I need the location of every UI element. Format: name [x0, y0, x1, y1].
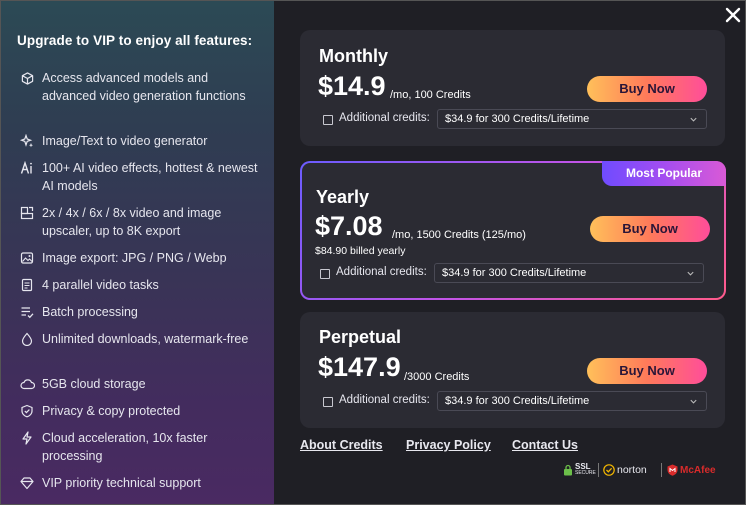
feature-item: Batch processing: [19, 303, 264, 321]
feature-item: 100+ AI video effects, hottest & newest …: [19, 159, 264, 195]
plan-period: /mo, 1500 Credits (125/mo): [392, 229, 526, 241]
batch-icon: [19, 304, 35, 320]
upscale-icon: [19, 205, 35, 221]
feature-text: Image export: JPG / PNG / Webp: [42, 251, 227, 265]
feature-text: Batch processing: [42, 305, 138, 319]
feature-text: Access advanced models and advanced vide…: [42, 71, 246, 103]
image-icon: [19, 250, 35, 266]
select-value: $34.9 for 300 Credits/Lifetime: [445, 395, 590, 407]
select-value: $34.9 for 300 Credits/Lifetime: [445, 113, 590, 125]
features-title: Upgrade to VIP to enjoy all features:: [17, 33, 253, 48]
plan-period: /mo, 100 Credits: [390, 89, 471, 101]
divider: [661, 463, 662, 477]
additional-credits-checkbox[interactable]: [323, 397, 333, 407]
sparkle-icon: [19, 133, 35, 149]
plan-card-monthly: Monthly $14.9 /mo, 100 Credits Buy Now A…: [300, 30, 725, 146]
ssl-badge: SSL SECURE: [563, 463, 596, 477]
additional-credits-select[interactable]: $34.9 for 300 Credits/Lifetime: [437, 109, 707, 129]
diamond-icon: [19, 475, 35, 491]
additional-credits-checkbox[interactable]: [323, 115, 333, 125]
drop-icon: [19, 331, 35, 347]
feature-text: 2x / 4x / 6x / 8x video and image upscal…: [42, 206, 222, 238]
feature-item: Image/Text to video generator: [19, 132, 264, 150]
feature-text: 4 parallel video tasks: [42, 278, 159, 292]
feature-item: 5GB cloud storage: [19, 375, 264, 393]
norton-check-icon: [603, 464, 615, 476]
feature-text: VIP priority technical support: [42, 476, 201, 490]
feature-text: Privacy & copy protected: [42, 404, 181, 418]
lightning-icon: [19, 430, 35, 446]
plan-price: $7.08: [315, 211, 383, 241]
lock-icon: [564, 464, 572, 476]
feature-item: Access advanced models and advanced vide…: [19, 69, 264, 105]
buy-now-button[interactable]: Buy Now: [590, 216, 710, 242]
plan-name: Monthly: [319, 46, 388, 66]
mcafee-text: McAfee: [680, 464, 716, 476]
plan-price: $14.9: [318, 71, 386, 101]
cube-icon: [19, 70, 35, 86]
close-icon: [725, 7, 741, 23]
select-value: $34.9 for 300 Credits/Lifetime: [442, 267, 587, 279]
chevron-down-icon: [690, 117, 697, 122]
feature-text: 5GB cloud storage: [42, 377, 146, 391]
mcafee-badge: McAfee: [667, 463, 716, 477]
norton-badge: norton: [603, 463, 647, 477]
chevron-down-icon: [687, 271, 694, 276]
cloud-icon: [19, 376, 35, 392]
feature-text: 100+ AI video effects, hottest & newest …: [42, 161, 258, 193]
feature-item: Image export: JPG / PNG / Webp: [19, 249, 264, 267]
ai-icon: [19, 160, 35, 176]
feature-item: Cloud acceleration, 10x faster processin…: [19, 429, 264, 465]
plan-name: Yearly: [316, 187, 370, 207]
plan-card-yearly: Most Popular Yearly $7.08 /mo, 1500 Cred…: [300, 161, 726, 300]
chevron-down-icon: [690, 399, 697, 404]
additional-credits-label: Additional credits:: [339, 394, 430, 406]
feature-item: Unlimited downloads, watermark-free: [19, 330, 264, 348]
divider: [598, 463, 599, 477]
buy-now-button[interactable]: Buy Now: [587, 358, 707, 384]
feature-text: Unlimited downloads, watermark-free: [42, 332, 249, 346]
plan-card-perpetual: Perpetual $147.9 /3000 Credits Buy Now A…: [300, 312, 725, 428]
ssl-subtext: SECURE: [575, 470, 596, 476]
additional-credits-select[interactable]: $34.9 for 300 Credits/Lifetime: [434, 263, 704, 283]
feature-item: 4 parallel video tasks: [19, 276, 264, 294]
plan-price: $147.9: [318, 352, 401, 382]
additional-credits-label: Additional credits:: [339, 112, 430, 124]
feature-item: VIP priority technical support: [19, 474, 264, 492]
additional-credits-select[interactable]: $34.9 for 300 Credits/Lifetime: [437, 391, 707, 411]
additional-credits-checkbox[interactable]: [320, 269, 330, 279]
feature-text: Image/Text to video generator: [42, 134, 208, 148]
contact-us-link[interactable]: Contact Us: [512, 438, 578, 452]
upgrade-dialog: Upgrade to VIP to enjoy all features: Ac…: [0, 0, 746, 505]
shield-icon: [19, 403, 35, 419]
about-credits-link[interactable]: About Credits: [300, 438, 383, 452]
norton-text: norton: [617, 464, 647, 476]
feature-text: Cloud acceleration, 10x faster processin…: [42, 431, 208, 463]
most-popular-badge: Most Popular: [602, 161, 726, 186]
features-panel: Upgrade to VIP to enjoy all features: Ac…: [1, 1, 274, 504]
privacy-policy-link[interactable]: Privacy Policy: [406, 438, 491, 452]
ssl-text: SSL: [575, 462, 591, 471]
document-icon: [19, 277, 35, 293]
billed-yearly-text: $84.90 billed yearly: [315, 245, 406, 257]
feature-item: Privacy & copy protected: [19, 402, 264, 420]
buy-now-button[interactable]: Buy Now: [587, 76, 707, 102]
plan-name: Perpetual: [319, 327, 402, 347]
additional-credits-label: Additional credits:: [336, 266, 427, 278]
mcafee-shield-icon: [667, 464, 678, 476]
plan-period: /3000 Credits: [404, 371, 470, 383]
close-button[interactable]: [722, 4, 744, 26]
feature-item: 2x / 4x / 6x / 8x video and image upscal…: [19, 204, 264, 240]
